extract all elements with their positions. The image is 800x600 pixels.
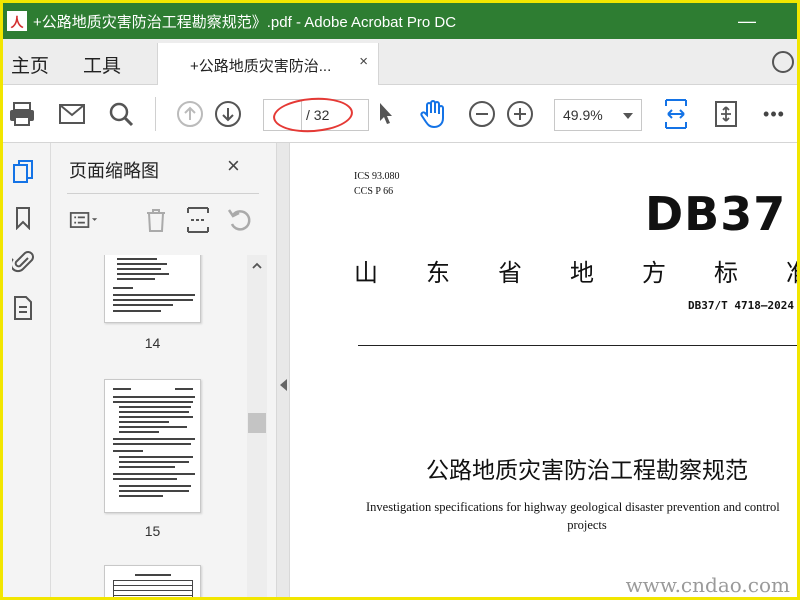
document-page: ICS 93.080 CCS P 66 DB37 山 东 省 地 方 标 准 DB37/T … bbox=[290, 143, 797, 597]
document-title-en: Investigation specifications for highway… bbox=[366, 500, 780, 514]
watermark: www.cndao.com bbox=[625, 573, 790, 597]
title-char: 省 bbox=[498, 260, 522, 287]
panel-divider bbox=[67, 193, 259, 194]
rotate-page-icon[interactable] bbox=[225, 205, 255, 235]
standard-code: DB37 bbox=[645, 187, 787, 241]
scroll-mode-icon[interactable] bbox=[711, 99, 741, 129]
title-char: 方 bbox=[642, 260, 666, 287]
thumbnail-label-15: 15 bbox=[144, 523, 161, 539]
title-char: 地 bbox=[570, 260, 594, 287]
close-tab-icon[interactable]: × bbox=[359, 53, 368, 70]
panel-title: 页面缩略图 bbox=[69, 161, 159, 181]
zoom-dropdown[interactable]: 49.9% bbox=[554, 99, 642, 131]
scroll-up-icon[interactable] bbox=[251, 259, 263, 271]
zoom-value: 49.9% bbox=[563, 107, 603, 123]
province-standard-title: 山东省地方标准 bbox=[354, 253, 797, 288]
toolbar: / 32 49.9% ••• bbox=[3, 85, 797, 143]
ics-code: ICS 93.080 bbox=[354, 171, 400, 182]
help-icon[interactable] bbox=[772, 51, 794, 73]
search-icon[interactable] bbox=[106, 99, 136, 129]
title-char: 东 bbox=[426, 260, 450, 287]
title-bar: 人 +公路地质灾害防治工程勘察规范》.pdf - Adobe Acrobat P… bbox=[3, 3, 797, 39]
select-tool-icon[interactable] bbox=[371, 99, 401, 129]
tab-row: 主页 工具 +公路地质灾害防治... × bbox=[3, 39, 797, 86]
menu-home[interactable]: 主页 bbox=[11, 51, 49, 78]
title-char: 标 bbox=[714, 260, 738, 287]
title-char: 准 bbox=[786, 253, 797, 288]
more-options-icon[interactable]: ••• bbox=[759, 99, 789, 129]
thumbnail-page-15[interactable] bbox=[104, 379, 201, 513]
minimize-button[interactable]: — bbox=[738, 11, 756, 32]
navigation-rail bbox=[3, 143, 51, 597]
email-icon[interactable] bbox=[57, 99, 87, 129]
hand-tool-icon[interactable] bbox=[418, 99, 448, 129]
document-properties-icon[interactable] bbox=[11, 295, 35, 321]
ccs-code: CCS P 66 bbox=[354, 186, 394, 197]
thumbnail-page-14[interactable] bbox=[104, 255, 201, 323]
title-char: 山 bbox=[354, 260, 378, 287]
window-title: +公路地质灾害防治工程勘察规范》.pdf - Adobe Acrobat Pro… bbox=[33, 13, 457, 31]
horizontal-rule bbox=[358, 345, 797, 346]
app-window: 人 +公路地质灾害防治工程勘察规范》.pdf - Adobe Acrobat P… bbox=[0, 0, 800, 600]
toolbar-divider bbox=[155, 97, 156, 131]
chevron-down-icon bbox=[623, 113, 633, 119]
bookmark-icon[interactable] bbox=[11, 205, 35, 231]
document-tab-label: +公路地质灾害防治... bbox=[190, 58, 332, 75]
menu-tools[interactable]: 工具 bbox=[83, 51, 121, 78]
attachment-icon[interactable] bbox=[11, 249, 35, 275]
collapse-panel-icon[interactable] bbox=[280, 379, 287, 391]
acrobat-app-icon: 人 bbox=[7, 11, 27, 31]
zoom-out-icon[interactable] bbox=[467, 99, 497, 129]
thumbnail-list: 14 15 bbox=[51, 255, 246, 597]
thumbnail-options-icon[interactable] bbox=[69, 205, 99, 235]
print-icon[interactable] bbox=[7, 99, 37, 129]
document-title-cn: 公路地质灾害防治工程勘察规范 bbox=[426, 457, 748, 483]
standard-number: DB37/T 4718—2024 bbox=[688, 299, 794, 312]
extract-page-icon[interactable] bbox=[183, 205, 213, 235]
panel-splitter[interactable] bbox=[276, 143, 290, 597]
fit-width-icon[interactable] bbox=[661, 99, 691, 129]
next-page-icon[interactable] bbox=[213, 99, 243, 129]
scroll-thumb[interactable] bbox=[248, 413, 266, 433]
page-thumbnails-panel: 页面缩略图 × 14 15 bbox=[51, 143, 276, 597]
previous-page-icon[interactable] bbox=[175, 99, 205, 129]
thumbnail-label-14: 14 bbox=[144, 335, 161, 351]
thumbnail-scrollbar[interactable] bbox=[247, 255, 267, 597]
page-thumbnails-icon[interactable] bbox=[11, 159, 35, 185]
close-panel-icon[interactable]: × bbox=[227, 153, 240, 179]
zoom-in-icon[interactable] bbox=[505, 99, 535, 129]
thumbnail-page-16[interactable] bbox=[104, 565, 201, 597]
delete-page-icon[interactable] bbox=[141, 205, 171, 235]
document-tab[interactable]: +公路地质灾害防治... × bbox=[157, 43, 379, 86]
document-title-en-line2: projects bbox=[567, 518, 607, 532]
